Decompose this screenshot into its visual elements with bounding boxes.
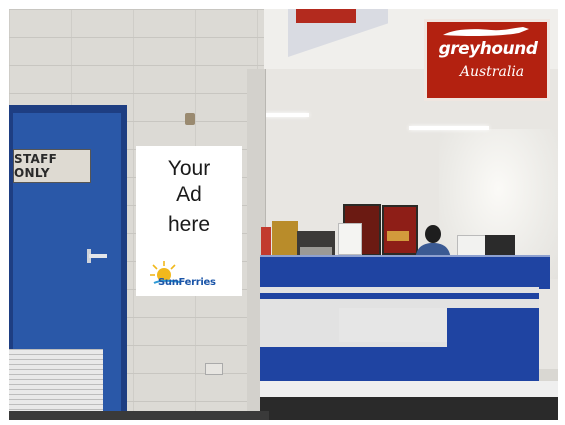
terminal-photo: STAFF ONLY greyhound Australia Your Ad h… [9,9,558,420]
door-vent [9,349,103,420]
greyhound-subtitle: Australia [459,64,525,80]
computer-monitor [485,235,515,255]
greyhound-wordmark: greyhound [438,39,538,59]
wall-fixture [185,113,195,125]
counter-stripe [260,347,539,381]
floor [260,397,558,420]
ad-line: Ad [176,183,202,206]
ad-line: Your [167,157,211,180]
counter-kickboard [260,381,558,397]
ceiling-light [265,113,309,117]
greyhound-dog-icon [443,27,529,37]
ad-line: here [167,213,211,236]
photo-frame: STAFF ONLY greyhound Australia Your Ad h… [0,0,565,425]
door-handle-icon [87,249,107,263]
ad-poster: Your Ad here SunFerries [136,146,242,296]
hanging-banner-stripe [296,9,356,23]
counter-item [261,227,271,257]
counter-stripe [447,308,539,347]
counter-panel [339,308,447,342]
sunferries-logo-text: SunFerries [158,277,216,288]
floor [9,411,269,420]
paper-notice [338,223,362,255]
ceiling-light [409,126,489,130]
staff-only-sign: STAFF ONLY [13,149,91,183]
wall-switch [205,363,223,375]
brochure-stand [272,221,298,257]
counter-stripe [260,293,539,299]
counter-top [260,255,550,289]
framed-poster-detail [387,231,409,241]
